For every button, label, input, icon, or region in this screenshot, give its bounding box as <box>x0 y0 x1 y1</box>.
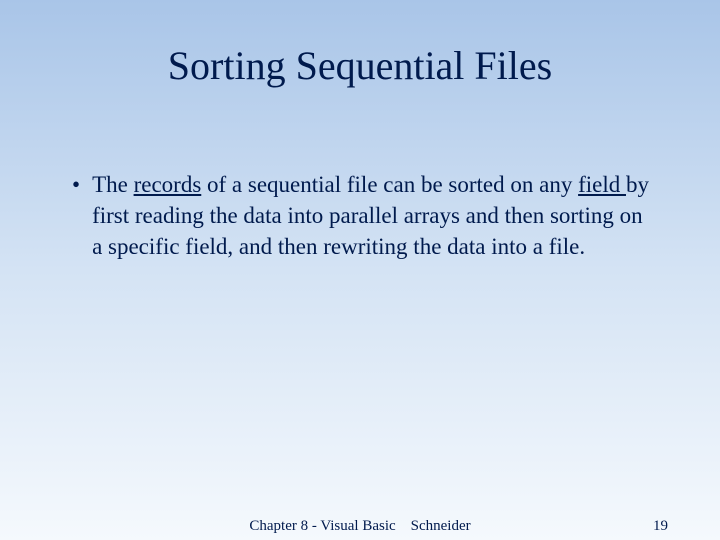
bullet-item: • The records of a sequential file can b… <box>68 169 652 262</box>
bullet-text: The records of a sequential file can be … <box>92 169 652 262</box>
bullet-fragment: The <box>92 172 134 197</box>
slide-title: Sorting Sequential Files <box>0 0 720 109</box>
page-number: 19 <box>653 518 668 535</box>
content-area: • The records of a sequential file can b… <box>0 109 720 262</box>
bullet-fragment: of a sequential file can be sorted on an… <box>201 172 578 197</box>
underlined-records: records <box>134 172 202 197</box>
footer-center-text: Chapter 8 - Visual Basic Schneider <box>249 518 470 535</box>
underlined-field: field <box>578 172 626 197</box>
bullet-marker: • <box>72 169 80 200</box>
